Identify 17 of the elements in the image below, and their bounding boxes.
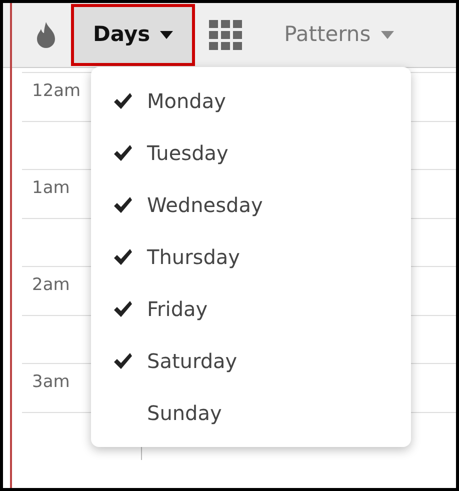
grid-icon[interactable] [209, 20, 242, 50]
caret-icon [380, 31, 394, 39]
hour-label: 12am [32, 81, 81, 101]
day-menu-item[interactable]: Wednesday [91, 179, 411, 231]
caret-icon [160, 31, 174, 39]
day-menu-item[interactable]: Saturday [91, 335, 411, 387]
patterns-button[interactable]: Patterns [272, 4, 406, 66]
days-button[interactable]: Days [71, 4, 196, 66]
day-menu-item[interactable]: Thursday [91, 231, 411, 283]
hour-label: 1am [32, 178, 70, 198]
day-menu-item[interactable]: Monday [91, 75, 411, 127]
flame-icon[interactable] [35, 21, 57, 49]
day-menu-item[interactable]: Sunday [91, 387, 411, 439]
day-menu-item[interactable]: Tuesday [91, 127, 411, 179]
hour-label: 2am [32, 275, 70, 295]
hour-label: 3am [32, 372, 70, 392]
day-menu-item[interactable]: Friday [91, 283, 411, 335]
